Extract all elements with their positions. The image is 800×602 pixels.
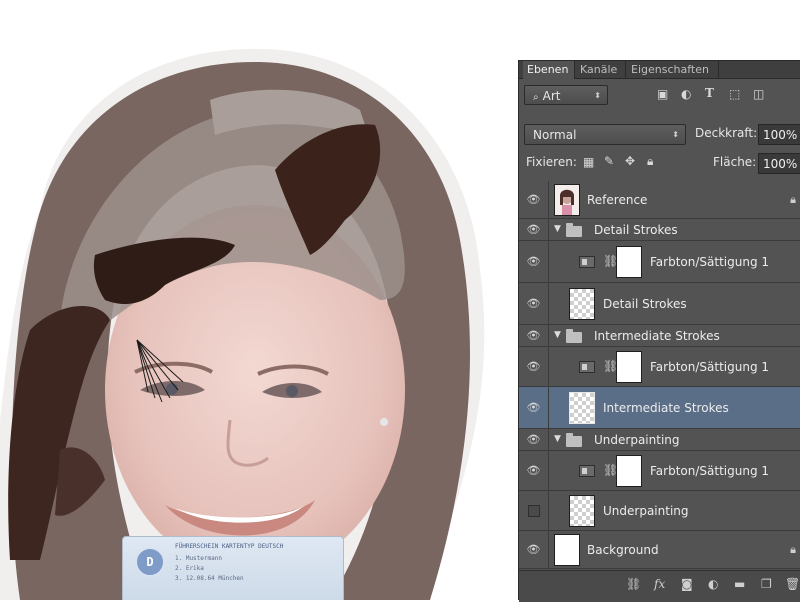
layer-name: Farbton/Sättigung 1	[650, 464, 770, 478]
eye-icon[interactable]: 👁︎	[519, 325, 549, 346]
layer-row-detail-strokes[interactable]: 👁︎ Detail Strokes	[519, 283, 800, 325]
eye-icon[interactable]: 👁︎	[519, 347, 549, 386]
layer-thumbnail	[554, 534, 580, 566]
filter-row: ⌕ Art ⬍ ▣ ◐ T ⬚ ◫	[519, 85, 800, 107]
fx-icon[interactable]: fx	[654, 577, 665, 591]
portrait-painting	[0, 48, 485, 600]
license-title: FÜHRERSCHEIN KARTENTYP DEUTSCH	[175, 543, 284, 550]
eye-icon[interactable]: 👁︎	[519, 283, 549, 324]
folder-icon	[566, 329, 582, 343]
chevron-updown-icon: ⬍	[594, 91, 601, 100]
tab-ebenen[interactable]: Ebenen	[523, 61, 575, 79]
group-name: Detail Strokes	[594, 223, 678, 237]
eye-icon[interactable]: 👁︎	[519, 531, 549, 568]
expand-triangle-icon[interactable]: ▼	[554, 224, 561, 234]
fill-input[interactable]: 100%	[758, 153, 800, 174]
trash-icon[interactable]: 🗑︎	[785, 577, 800, 591]
layer-row-background[interactable]: 👁︎ Background 🔒︎	[519, 531, 800, 569]
folder-icon	[566, 223, 582, 237]
layer-row-reference[interactable]: 👁︎ Reference 🔒︎	[519, 181, 800, 219]
opacity-label: Deckkraft:	[695, 126, 758, 140]
eye-icon[interactable]: 👁︎	[519, 241, 549, 282]
expand-triangle-icon[interactable]: ▼	[554, 330, 561, 340]
document-canvas[interactable]: D FÜHRERSCHEIN KARTENTYP DEUTSCH 1. Must…	[0, 0, 518, 600]
license-line: 1. Mustermann	[175, 555, 222, 562]
group-name: Underpainting	[594, 433, 680, 447]
shape-filter-icon[interactable]: ⬚	[729, 87, 740, 101]
eye-icon[interactable]: 👁︎	[519, 387, 549, 428]
type-filter-icon[interactable]: T	[705, 86, 714, 100]
expand-triangle-icon[interactable]: ▼	[554, 434, 561, 444]
eye-icon[interactable]: 👁︎	[519, 429, 549, 450]
eye-icon[interactable]: 👁︎	[519, 451, 549, 490]
eye-icon[interactable]: 👁︎	[519, 219, 549, 240]
layer-group-detail-strokes[interactable]: 👁︎ ▼ Detail Strokes	[519, 219, 800, 241]
lock-row: Fixieren: ▦ ✎ ✥ 🔒︎ Fläche: 100%	[519, 153, 800, 175]
filter-type-dropdown[interactable]: ⌕ Art ⬍	[524, 85, 608, 105]
layer-thumbnail	[569, 288, 595, 320]
layer-name: Detail Strokes	[603, 297, 687, 311]
search-icon: ⌕	[533, 92, 539, 103]
layer-thumbnail	[569, 495, 595, 527]
link-layers-icon[interactable]: ⛓︎	[626, 577, 641, 591]
layer-thumbnail	[569, 392, 595, 424]
tab-kanaele[interactable]: Kanäle	[576, 61, 626, 78]
new-layer-icon[interactable]: ❐	[761, 577, 772, 591]
layer-row-adjustment[interactable]: 👁︎ ⛓︎ Farbton/Sättigung 1	[519, 451, 800, 491]
tab-eigenschaften[interactable]: Eigenschaften	[627, 61, 719, 78]
panel-bottom-toolbar: ⛓︎ fx ◙ ◐ ▬ ❐ 🗑︎	[519, 570, 800, 602]
blend-mode-value: Normal	[533, 128, 577, 142]
adjustment-layer-icon[interactable]: ◐	[708, 577, 718, 591]
layer-row-underpainting[interactable]: Underpainting	[519, 491, 800, 531]
layer-row-adjustment[interactable]: 👁︎ ⛓︎ Farbton/Sättigung 1	[519, 241, 800, 283]
new-group-icon[interactable]: ▬	[734, 577, 745, 591]
layer-name: Underpainting	[603, 504, 689, 518]
folder-icon	[566, 433, 582, 447]
adjustment-layer-icon	[579, 465, 595, 477]
layer-row-intermediate-strokes[interactable]: 👁︎ Intermediate Strokes	[519, 387, 800, 429]
blend-row: Normal ⬍ Deckkraft: 100%	[519, 124, 800, 146]
layer-name: Reference	[587, 193, 648, 207]
filter-type-value: Art	[542, 89, 561, 103]
layer-name: Intermediate Strokes	[603, 401, 729, 415]
fill-label: Fläche:	[713, 155, 757, 169]
license-line: 2. Erika	[175, 565, 204, 572]
adjustment-layer-icon	[579, 256, 595, 268]
adjustment-layer-icon	[579, 361, 595, 373]
layer-row-adjustment[interactable]: 👁︎ ⛓︎ Farbton/Sättigung 1	[519, 347, 800, 387]
layer-name: Farbton/Sättigung 1	[650, 360, 770, 374]
lock-paint-icon[interactable]: ✎	[604, 154, 614, 168]
image-filter-icon[interactable]: ▣	[657, 87, 668, 101]
layer-group-underpainting[interactable]: 👁︎ ▼ Underpainting	[519, 429, 800, 451]
chevron-updown-icon: ⬍	[672, 130, 679, 139]
license-logo: D	[135, 547, 165, 577]
drivers-license-card: D FÜHRERSCHEIN KARTENTYP DEUTSCH 1. Must…	[122, 536, 344, 600]
lock-transparent-icon[interactable]: ▦	[583, 155, 594, 169]
group-name: Intermediate Strokes	[594, 329, 720, 343]
layer-mask-thumbnail[interactable]	[616, 455, 642, 487]
panel-tab-bar: Ebenen Kanäle Eigenschaften	[519, 61, 800, 79]
layer-mask-thumbnail[interactable]	[616, 351, 642, 383]
opacity-input[interactable]: 100%	[758, 124, 800, 145]
layer-group-intermediate-strokes[interactable]: 👁︎ ▼ Intermediate Strokes	[519, 325, 800, 347]
blend-mode-dropdown[interactable]: Normal ⬍	[524, 124, 686, 145]
smart-object-filter-icon[interactable]: ◫	[753, 87, 764, 101]
lock-position-icon[interactable]: ✥	[625, 154, 635, 168]
layer-name: Farbton/Sättigung 1	[650, 255, 770, 269]
layers-panel: Ebenen Kanäle Eigenschaften ⌕ Art ⬍ ▣ ◐ T…	[518, 60, 800, 602]
lock-label: Fixieren:	[526, 155, 577, 169]
add-mask-icon[interactable]: ◙	[681, 577, 693, 591]
lock-icon: 🔒︎	[790, 193, 796, 206]
layer-name: Background	[587, 543, 659, 557]
lock-all-icon[interactable]: 🔒︎	[647, 154, 653, 169]
eye-icon[interactable]: 👁︎	[519, 181, 549, 218]
lock-icon: 🔒︎	[790, 543, 796, 556]
license-line: 3. 12.08.64 München	[175, 575, 244, 582]
visibility-toggle-off[interactable]	[519, 491, 549, 530]
layer-thumbnail	[554, 184, 580, 216]
adjustment-filter-icon[interactable]: ◐	[681, 87, 691, 101]
layer-mask-thumbnail[interactable]	[616, 246, 642, 278]
